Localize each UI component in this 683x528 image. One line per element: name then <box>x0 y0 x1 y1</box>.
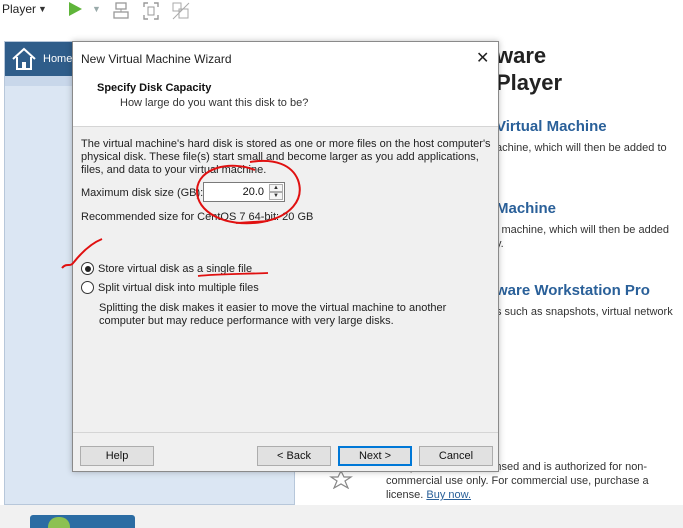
max-disk-size-stepper[interactable]: 20.0 ▲ ▼ <box>203 182 285 202</box>
spin-down-icon[interactable]: ▼ <box>269 192 283 200</box>
wizard-footer: Help < Back Next > Cancel <box>73 432 498 471</box>
buy-now-link[interactable]: Buy now. <box>426 489 471 501</box>
multiple-files-radio[interactable] <box>81 281 94 294</box>
spin-up-icon[interactable]: ▲ <box>269 184 283 192</box>
library-home-label: Home <box>43 53 73 65</box>
full-screen-icon[interactable] <box>142 1 160 21</box>
single-file-label[interactable]: Store virtual disk as a single file <box>98 263 252 275</box>
home-icon <box>12 47 36 70</box>
chevron-down-icon[interactable]: ▼ <box>38 4 47 14</box>
split-disk-note: Splitting the disk makes it easier to mo… <box>99 302 447 327</box>
max-disk-size-value[interactable]: 20.0 <box>243 186 264 198</box>
single-file-radio[interactable] <box>81 262 94 275</box>
next-button[interactable]: Next > <box>338 446 412 466</box>
open-vm-desc: l machine, which will then be added y. <box>496 224 670 250</box>
create-vm-desc: achine, which will then be added to <box>496 142 667 154</box>
unity-icon[interactable] <box>171 1 191 21</box>
brand-title-line1: ware <box>496 43 547 68</box>
step-title: Specify Disk Capacity <box>97 82 212 94</box>
new-vm-wizard-dialog: New Virtual Machine Wizard ✕ Specify Dis… <box>72 41 499 472</box>
upgrade-heading[interactable]: ware Workstation Pro <box>496 282 650 299</box>
single-file-option[interactable]: Store virtual disk as a single file <box>81 262 252 275</box>
dialog-titlebar: New Virtual Machine Wizard ✕ <box>73 42 498 74</box>
toolbar: Player ▼ ▼ <box>0 0 683 22</box>
multiple-files-label[interactable]: Split virtual disk into multiple files <box>98 282 259 294</box>
play-options-caret-icon[interactable]: ▼ <box>92 4 101 14</box>
dialog-title: New Virtual Machine Wizard <box>81 52 232 66</box>
disk-description: The virtual machine's hard disk is store… <box>81 138 491 176</box>
step-subtitle: How large do you want this disk to be? <box>120 97 309 109</box>
create-vm-heading[interactable]: Virtual Machine <box>496 118 607 135</box>
help-button[interactable]: Help <box>80 446 154 466</box>
license-icon <box>329 469 353 489</box>
library-home-item[interactable]: Home <box>5 42 73 76</box>
wizard-header: Specify Disk Capacity How large do you w… <box>73 74 498 127</box>
player-menu[interactable]: Player <box>2 2 36 16</box>
max-disk-size-label: Maximum disk size (GB): <box>81 187 204 199</box>
back-button[interactable]: < Back <box>257 446 331 466</box>
vm-thumbnail <box>30 515 135 528</box>
cancel-button[interactable]: Cancel <box>419 446 493 466</box>
close-icon[interactable]: ✕ <box>476 48 489 68</box>
brand-title-line2: Player <box>496 70 563 95</box>
leaf-icon <box>48 517 70 528</box>
open-vm-heading[interactable]: Machine <box>496 200 556 217</box>
recommended-size: Recommended size for CentOS 7 64-bit: 20… <box>81 211 314 223</box>
play-icon[interactable] <box>66 0 84 18</box>
send-ctrl-alt-del-icon[interactable] <box>112 1 130 21</box>
multiple-files-option[interactable]: Split virtual disk into multiple files <box>81 281 259 294</box>
upgrade-desc: s such as snapshots, virtual network <box>496 306 673 318</box>
